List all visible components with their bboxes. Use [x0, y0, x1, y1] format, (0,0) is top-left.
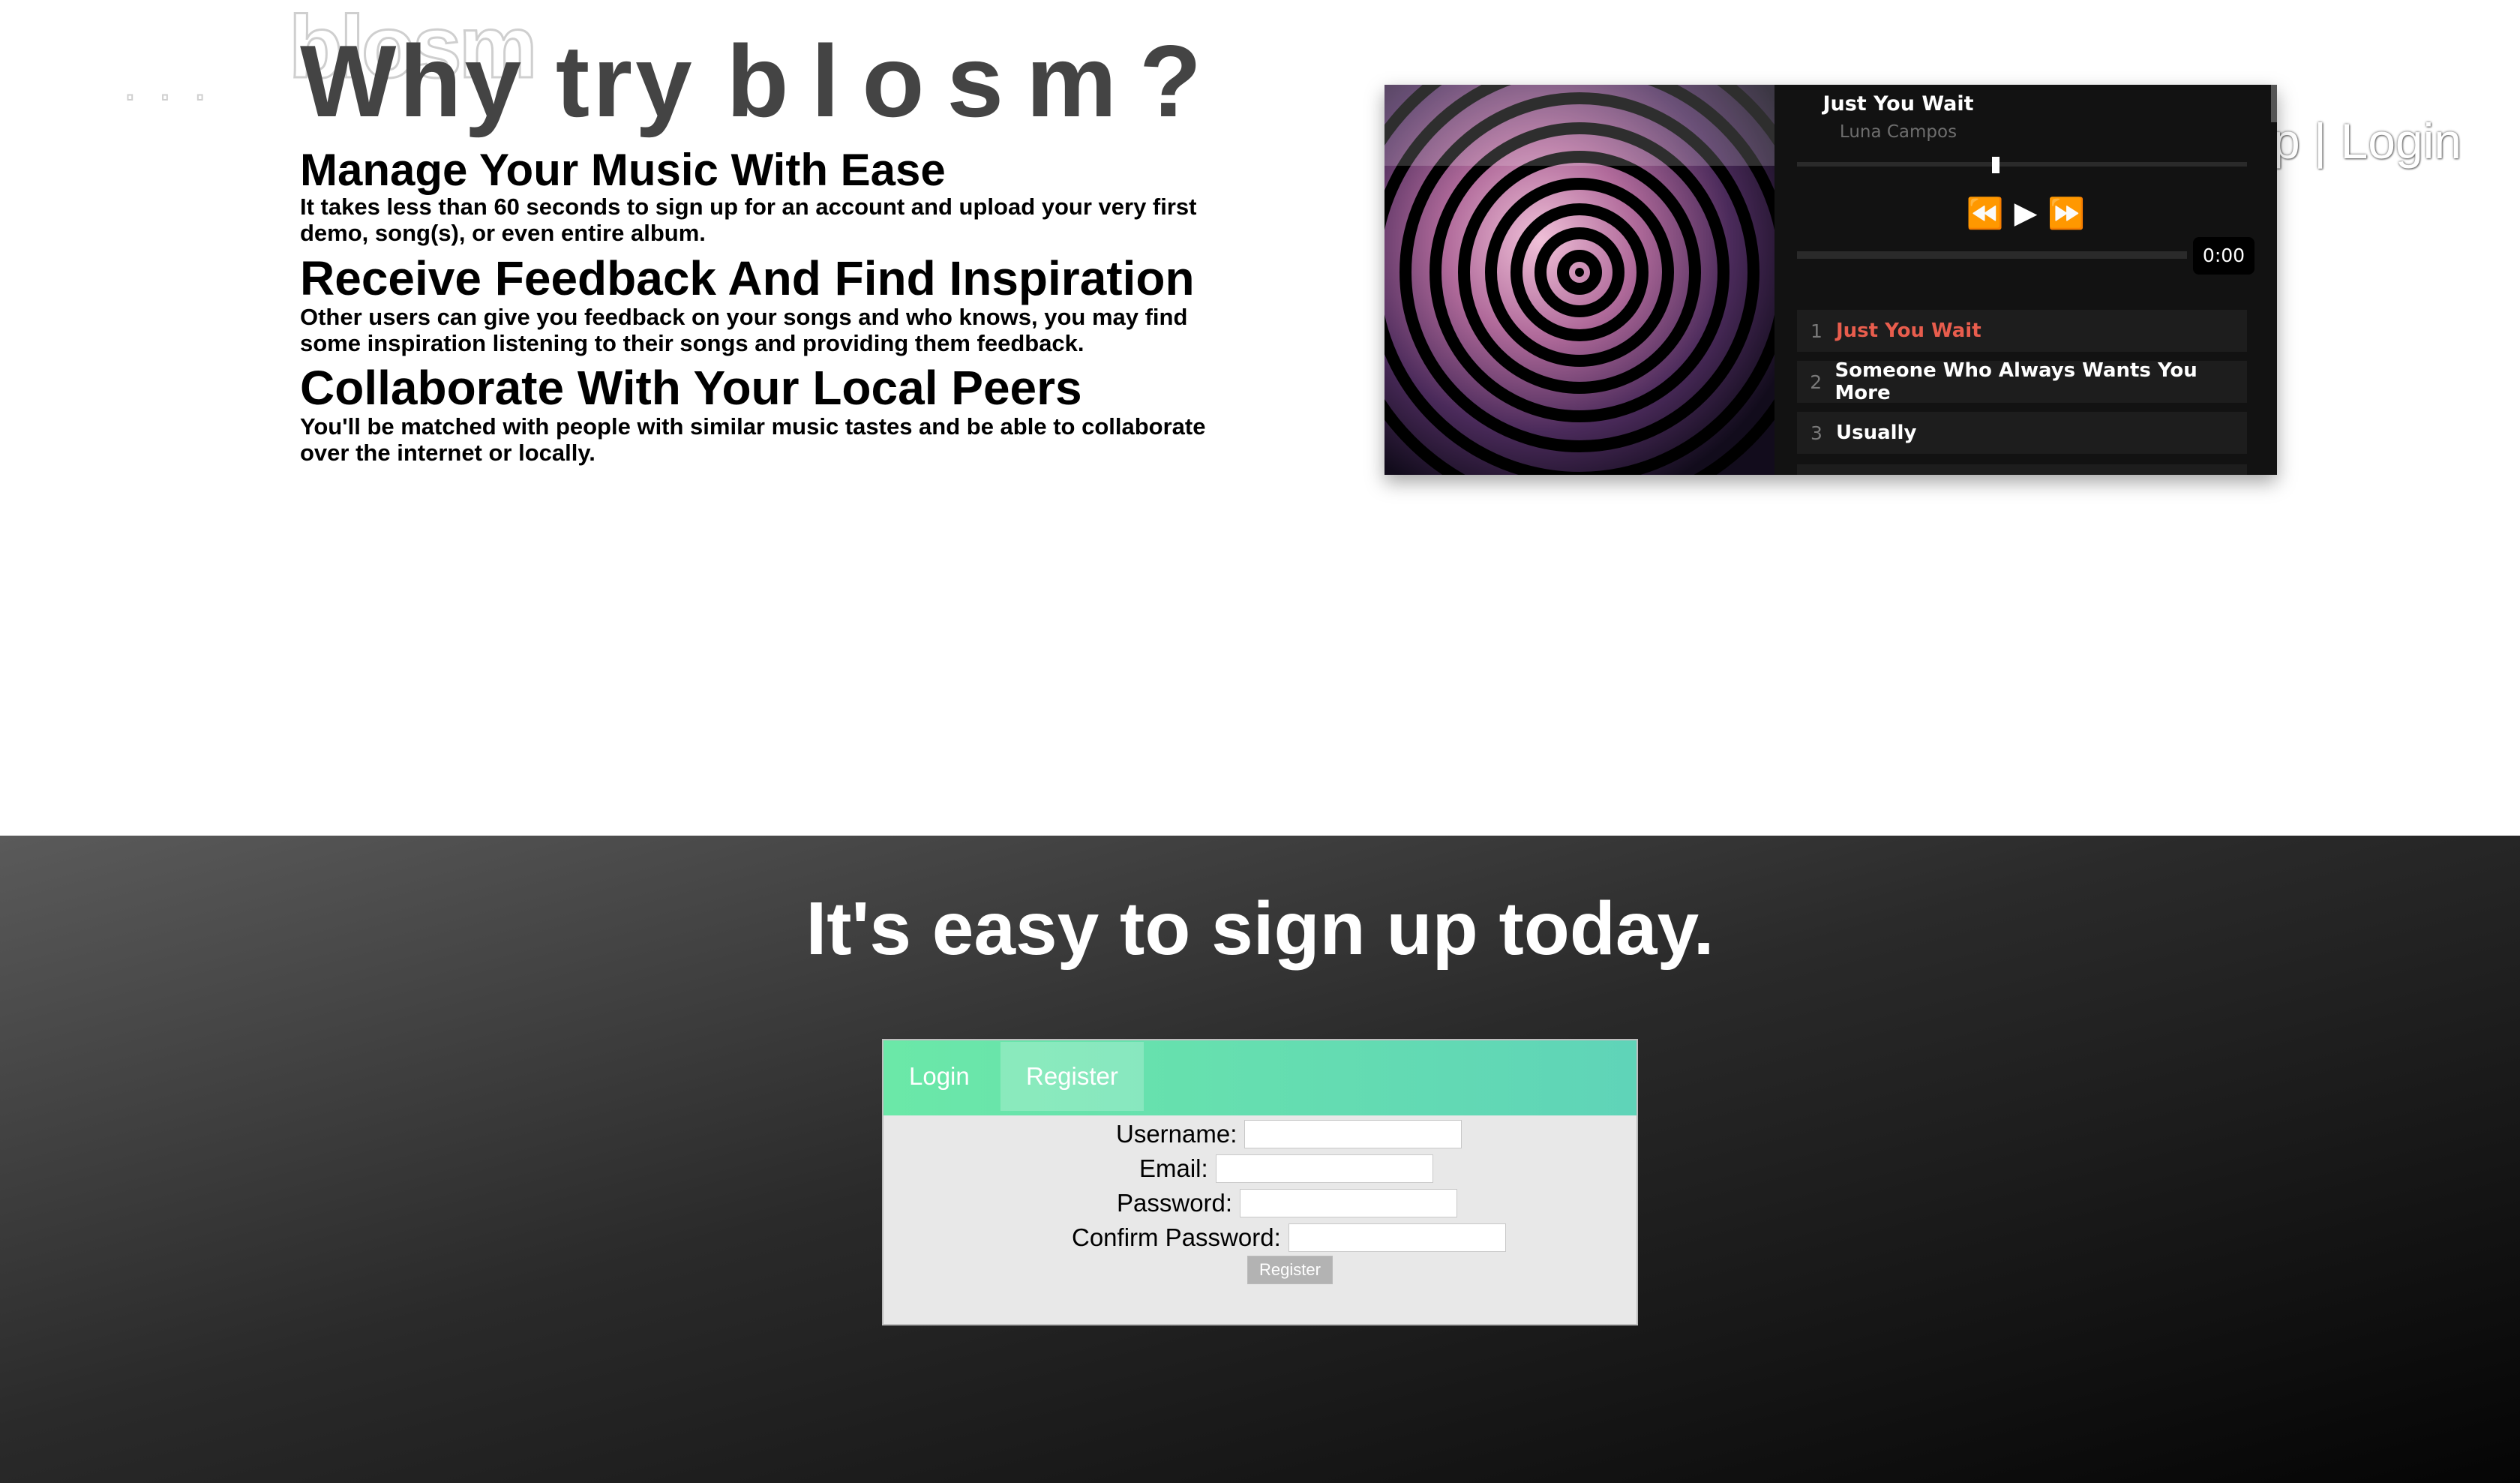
signup-section: It's easy to sign up today. Login Regist…: [0, 836, 2520, 1483]
player-controls: ⏪ ▶ ⏩: [1774, 196, 2277, 231]
email-label: Email:: [1139, 1154, 1208, 1182]
confirm-password-field[interactable]: [1288, 1223, 1506, 1252]
playlist-item-name: Usually: [1836, 422, 1917, 444]
playlist-item-number: 3: [1810, 422, 1822, 444]
nav-signup-login-link[interactable]: p | Login: [2272, 113, 2462, 170]
register-button[interactable]: Register: [1247, 1256, 1333, 1284]
feature-collaborate: Collaborate With Your Local Peers You'll…: [300, 361, 1222, 467]
playlist-next-item-partial[interactable]: [1797, 464, 2247, 475]
password-field[interactable]: [1240, 1189, 1458, 1217]
playlist-item-number: 2: [1810, 371, 1822, 393]
track-artist: Luna Campos: [1839, 122, 1958, 142]
playlist-item[interactable]: 1 Just You Wait: [1797, 310, 2247, 352]
feature-text: Other users can give you feedback on you…: [300, 304, 1188, 357]
auth-tabs: Login Register: [884, 1040, 1636, 1115]
time-display: 0:00: [2193, 237, 2254, 275]
seek-bar[interactable]: [1797, 251, 2187, 259]
playlist-item[interactable]: 2 Someone Who Always Wants You More: [1797, 359, 2247, 404]
why-title-prefix: Why try: [300, 24, 727, 138]
feature-title: Collaborate With Your Local Peers: [300, 361, 1082, 415]
fast-forward-icon[interactable]: ⏩: [2048, 196, 2085, 231]
feature-title: Manage Your Music With Ease: [300, 145, 946, 195]
logo-dots: ...: [123, 59, 230, 110]
username-label: Username:: [1116, 1120, 1238, 1148]
email-field[interactable]: [1215, 1154, 1433, 1183]
feature-manage: Manage Your Music With Ease It takes les…: [300, 146, 1222, 246]
player-panel: Just You Wait Luna Campos ⏪ ▶ ⏩ 0:00 1 J…: [1774, 85, 2277, 475]
playlist-item[interactable]: 3 Usually: [1797, 412, 2247, 454]
volume-knob[interactable]: [1992, 157, 2000, 173]
username-field[interactable]: [1244, 1120, 1462, 1148]
password-label: Password:: [1117, 1189, 1233, 1217]
playlist-item-number: 1: [1810, 320, 1822, 342]
feature-feedback: Receive Feedback And Find Inspiration Ot…: [300, 251, 1222, 357]
why-title-brand: blosm?: [726, 24, 1225, 138]
playlist-item-name: Just You Wait: [1836, 320, 1982, 342]
username-row: Username:: [1116, 1119, 1462, 1149]
volume-track[interactable]: [1797, 162, 2247, 167]
why-title: Why try blosm?: [300, 30, 1224, 132]
album-cover: [1384, 85, 1774, 475]
confirm-password-label: Confirm Password:: [1072, 1223, 1281, 1251]
play-icon[interactable]: ▶: [2014, 196, 2038, 231]
playlist: 1 Just You Wait 2 Someone Who Always Wan…: [1797, 310, 2247, 463]
signup-heading: It's easy to sign up today.: [806, 887, 1714, 971]
cover-shade: [1384, 85, 1774, 166]
music-player: Just You Wait Luna Campos ⏪ ▶ ⏩ 0:00 1 J…: [1384, 85, 2277, 475]
email-row: Email:: [1139, 1154, 1433, 1184]
password-row: Password:: [1117, 1188, 1458, 1218]
rewind-icon[interactable]: ⏪: [1966, 196, 2004, 231]
feature-text: It takes less than 60 seconds to sign up…: [300, 194, 1197, 246]
playlist-item-name: Someone Who Always Wants You More: [1834, 359, 2198, 404]
tab-login[interactable]: Login: [884, 1042, 995, 1111]
feature-title: Receive Feedback And Find Inspiration: [300, 251, 1195, 305]
confirm-password-row: Confirm Password:: [1072, 1223, 1506, 1253]
hero-section: ... blosm p | Login Why try blosm? Manag…: [0, 0, 2520, 836]
feature-text: You'll be matched with people with simil…: [300, 413, 1206, 467]
track-title: Just You Wait: [1822, 92, 1974, 116]
auth-box: Login Register Username: Email: Password…: [882, 1039, 1638, 1325]
tab-register[interactable]: Register: [1000, 1042, 1144, 1111]
panel-scrollbar[interactable]: [2271, 85, 2277, 122]
